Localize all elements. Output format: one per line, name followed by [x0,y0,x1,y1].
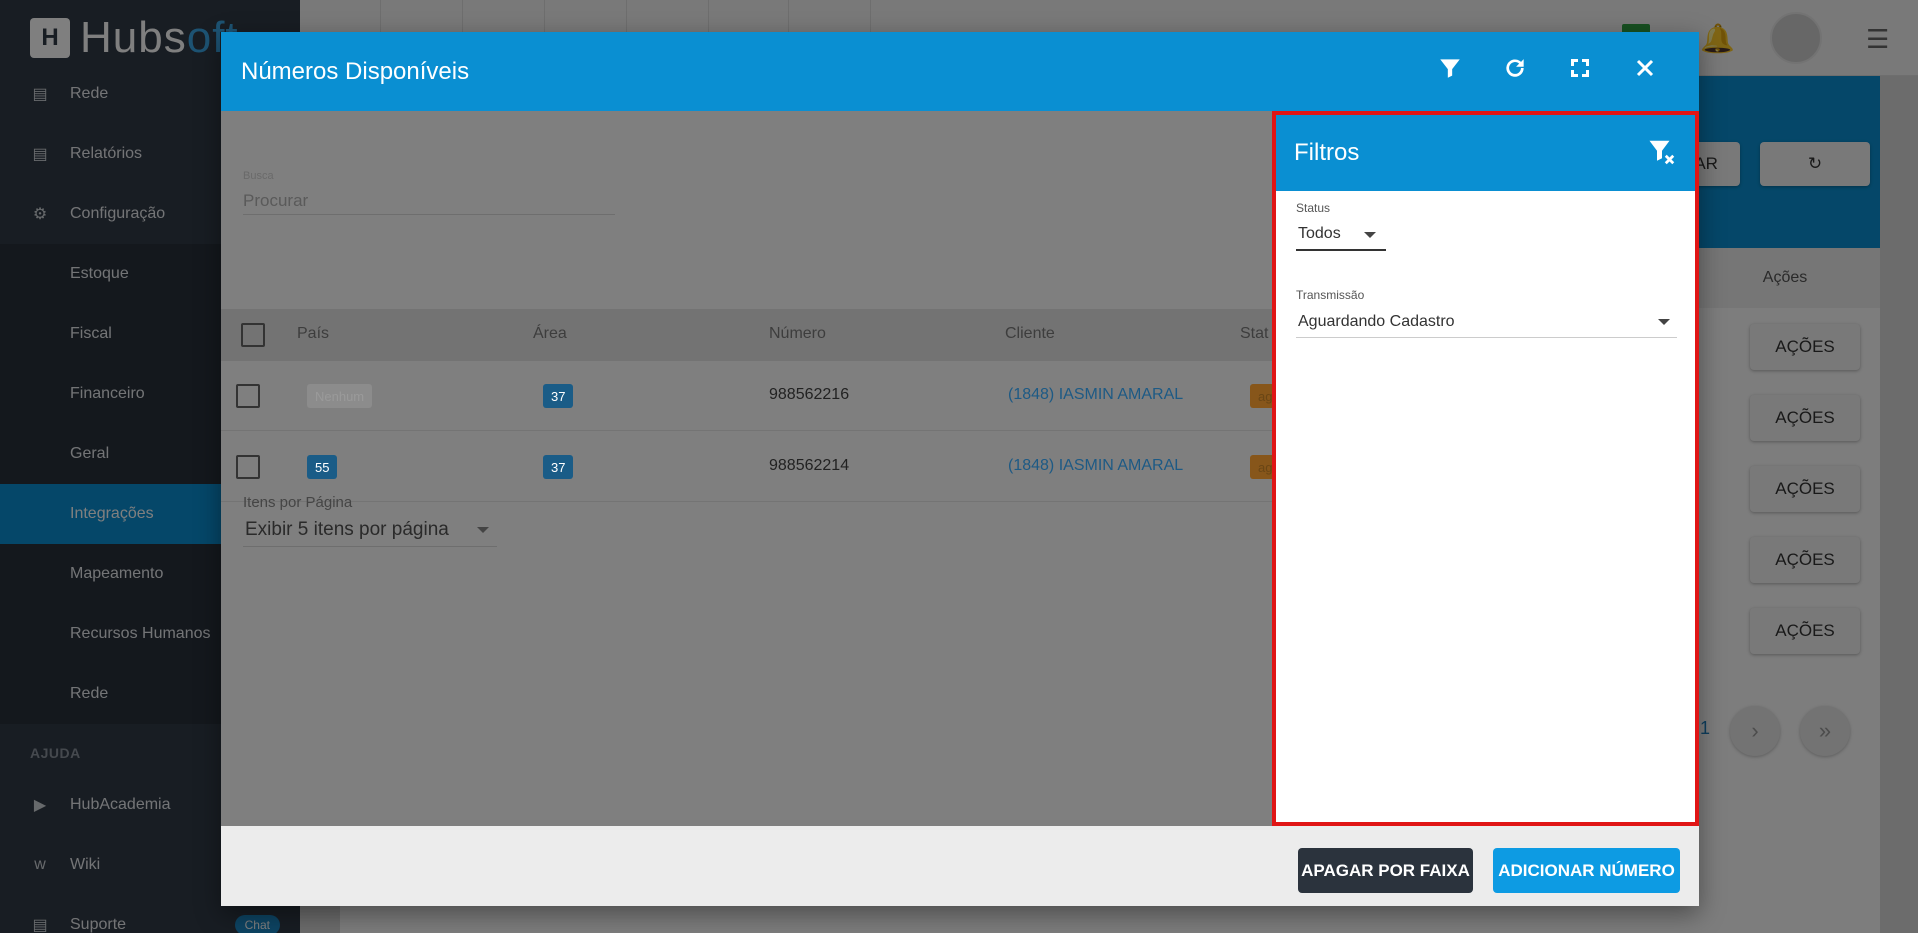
items-per-page-select[interactable]: Exibir 5 itens por página [243,513,497,547]
available-numbers-dialog: Números Disponíveis Busca País Área Núme… [221,32,1699,906]
area-tag: 37 [543,455,574,479]
client-link[interactable]: (1848) IASMIN AMARAL [1008,386,1183,404]
number-cell: 988562216 [769,386,850,403]
transmission-filter-value: Aguardando Cadastro [1298,312,1455,330]
area-tag: 37 [543,384,574,408]
items-per-page-value: Exibir 5 itens por página [245,518,449,540]
row-checkbox[interactable] [236,455,260,479]
filters-header: Filtros [1276,115,1695,191]
dialog-footer: APAGAR POR FAIXA ADICIONAR NÚMERO [221,826,1699,906]
delete-range-button[interactable]: APAGAR POR FAIXA [1298,848,1473,893]
column-header-numero[interactable]: Número [769,325,826,343]
search-label: Busca [243,170,274,182]
caret-down-icon [1364,232,1376,238]
search-input[interactable] [243,187,615,215]
column-header-status[interactable]: Stat [1240,325,1268,343]
transmission-filter-select[interactable]: Aguardando Cadastro [1296,306,1677,338]
column-header-cliente[interactable]: Cliente [1005,325,1055,343]
filters-panel: Filtros Status Todos Transmissão Aguarda… [1272,111,1699,826]
fullscreen-icon[interactable] [1547,56,1612,87]
country-tag: 55 [307,455,338,479]
column-header-pais[interactable]: País [297,325,329,343]
status-filter-value: Todos [1298,225,1341,242]
caret-down-icon [477,527,489,533]
dialog-toolbar [1417,32,1677,111]
status-filter-select[interactable]: Todos [1296,219,1386,251]
number-cell: 988562214 [769,457,850,474]
select-all-checkbox[interactable] [241,323,265,347]
filter-icon[interactable] [1417,55,1482,88]
items-per-page-label: Itens por Página [243,494,353,511]
add-number-button[interactable]: ADICIONAR NÚMERO [1493,848,1680,893]
caret-down-icon [1658,319,1670,325]
country-tag: Nenhum [307,384,373,408]
dialog-body: Busca País Área Número Cliente Stat Nenh… [221,111,1699,826]
close-icon[interactable] [1612,56,1677,87]
dialog-title: Números Disponíveis [241,57,470,85]
column-header-area[interactable]: Área [533,325,567,343]
filters-title: Filtros [1294,139,1360,166]
client-link[interactable]: (1848) IASMIN AMARAL [1008,457,1183,475]
clear-filter-icon[interactable] [1647,137,1677,174]
refresh-icon[interactable] [1482,55,1547,88]
dialog-header: Números Disponíveis [221,32,1699,111]
status-filter-label: Status [1296,201,1331,215]
transmission-filter-label: Transmissão [1296,288,1365,302]
row-checkbox[interactable] [236,384,260,408]
